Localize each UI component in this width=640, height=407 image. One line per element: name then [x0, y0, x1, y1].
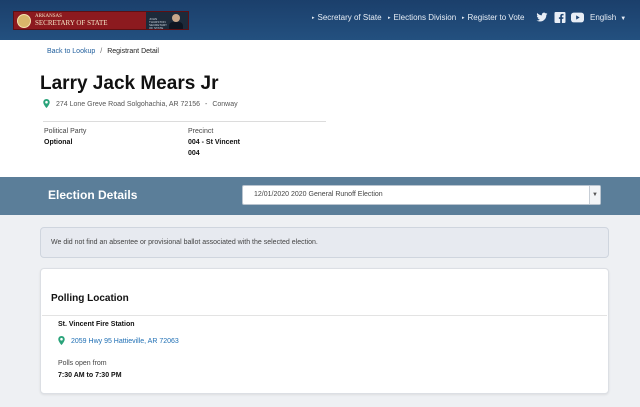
state-seal-icon: [17, 14, 31, 28]
logo-line-2: SECRETARY OF STATE: [35, 19, 108, 27]
back-to-lookup-link[interactable]: Back to Lookup: [47, 48, 95, 55]
precinct-value: 004 - St Vincent: [188, 139, 241, 146]
caret-right-icon: ▸: [312, 15, 315, 21]
secretary-portrait: JOHN THURSTON SECRETARY OF STATE: [146, 12, 188, 29]
caret-right-icon: ▸: [388, 15, 391, 21]
party-label: Political Party: [44, 128, 87, 135]
polling-location-title: Polling Location: [51, 293, 129, 304]
precinct-code: 004: [188, 150, 200, 157]
ballot-notice: We did not find an absentee or provision…: [40, 227, 609, 258]
breadcrumb-current: Registrant Detail: [107, 48, 159, 55]
top-navigation-bar: ARKANSAS SECRETARY OF STATE JOHN THURSTO…: [0, 0, 640, 40]
language-selector[interactable]: English ▼: [590, 13, 626, 22]
address-dash: -: [205, 101, 208, 108]
breadcrumb: Back to Lookup / Registrant Detail: [47, 48, 159, 55]
polling-station-address[interactable]: 2059 Hwy 95 Hattieville, AR 72063: [58, 336, 179, 345]
facebook-icon[interactable]: [554, 12, 566, 23]
youtube-icon[interactable]: [571, 12, 584, 23]
caret-down-icon: ▼: [620, 16, 627, 22]
nav-register-to-vote[interactable]: ▸ Register to Vote: [462, 13, 524, 22]
nav-secretary-of-state[interactable]: ▸ Secretary of State: [312, 13, 382, 22]
election-details-band: Election Details 12/01/2020 2020 General…: [0, 177, 640, 215]
map-pin-icon: [58, 336, 65, 345]
nav-label: Register to Vote: [467, 13, 525, 22]
map-pin-icon: [43, 99, 50, 108]
language-label: English: [590, 13, 617, 22]
ballot-notice-text: We did not find an absentee or provision…: [51, 239, 318, 246]
polling-station-name: St. Vincent Fire Station: [58, 321, 135, 328]
chevron-down-icon: ▼: [589, 186, 600, 204]
registrant-divider: [43, 121, 326, 122]
nav-label: Secretary of State: [317, 13, 382, 22]
content-area: We did not find an absentee or provision…: [0, 215, 640, 407]
nav-label: Elections Division: [393, 13, 457, 22]
election-select-value: 12/01/2020 2020 General Runoff Election: [254, 191, 383, 198]
secretary-of-state-logo[interactable]: ARKANSAS SECRETARY OF STATE JOHN THURSTO…: [13, 11, 189, 30]
breadcrumb-separator: /: [100, 48, 103, 55]
portrait-caption: JOHN THURSTON SECRETARY OF STATE: [149, 17, 168, 30]
polling-address-text: 2059 Hwy 95 Hattieville, AR 72063: [71, 338, 179, 345]
registrant-name: Larry Jack Mears Jr: [40, 73, 219, 94]
polls-open-label: Polls open from: [58, 360, 107, 367]
twitter-icon[interactable]: [536, 12, 548, 23]
caret-right-icon: ▸: [462, 15, 465, 21]
election-select[interactable]: 12/01/2020 2020 General Runoff Election …: [242, 185, 601, 205]
county-text: Conway: [212, 101, 238, 108]
registrant-address: 274 Lone Greve Road Solgohachia, AR 7215…: [43, 99, 238, 108]
address-text: 274 Lone Greve Road Solgohachia, AR 7215…: [56, 101, 200, 108]
election-details-title: Election Details: [48, 188, 138, 202]
nav-elections-division[interactable]: ▸ Elections Division: [388, 13, 456, 22]
party-value: Optional: [44, 139, 73, 146]
precinct-label: Precinct: [188, 128, 214, 135]
card-divider: [42, 315, 607, 316]
polling-location-card: Polling Location St. Vincent Fire Statio…: [40, 268, 609, 394]
polls-open-hours: 7:30 AM to 7:30 PM: [58, 372, 122, 379]
